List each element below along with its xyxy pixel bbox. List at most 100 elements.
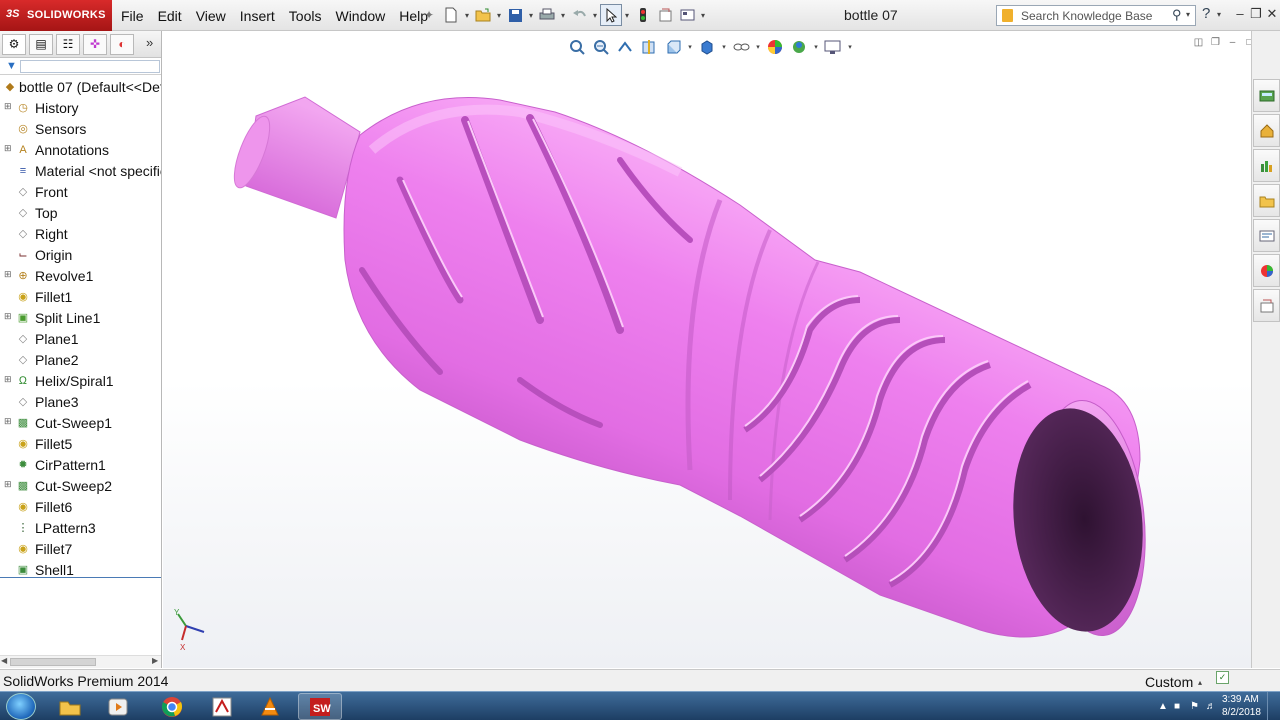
flag-icon[interactable]: ⚑	[1190, 701, 1199, 712]
dimxpert-manager-tab-icon[interactable]: ✜	[83, 34, 107, 55]
chrome-taskbar-icon[interactable]	[150, 693, 194, 720]
clock-date[interactable]: 8/2/2018	[1222, 707, 1261, 718]
options-dropdown-icon[interactable]: ▾	[698, 11, 708, 20]
scroll-left-icon[interactable]: ◀	[1, 656, 7, 665]
tree-item-cut-sweep2[interactable]: ⊞ ▩ Cut-Sweep2	[0, 476, 161, 497]
display-style-icon[interactable]	[695, 37, 719, 57]
undo-dropdown-icon[interactable]: ▾	[590, 11, 600, 20]
custom-properties-icon[interactable]	[1253, 289, 1280, 322]
open-dropdown-icon[interactable]: ▾	[494, 11, 504, 20]
panel-horizontal-scrollbar[interactable]: ◀ ▶	[0, 655, 161, 668]
expand-icon[interactable]: ⊞	[4, 269, 12, 280]
bottle-model[interactable]	[163, 31, 1251, 668]
zoom-to-area-icon[interactable]	[589, 37, 613, 57]
network-icon[interactable]: ■	[1174, 701, 1180, 712]
help-icon[interactable]: ?	[1202, 5, 1210, 22]
zoom-to-fit-icon[interactable]	[565, 37, 589, 57]
viewport-tile-icon[interactable]: ◫	[1190, 37, 1207, 50]
vlc-player-taskbar-icon[interactable]	[248, 693, 292, 720]
select-dropdown-icon[interactable]: ▾	[622, 11, 632, 20]
display-manager-tab-icon[interactable]: ◐	[110, 34, 134, 55]
apply-scene-icon[interactable]	[787, 37, 811, 57]
edit-appearance-icon[interactable]	[763, 37, 787, 57]
expand-icon[interactable]: ⊞	[4, 311, 12, 322]
solidworks-resources-icon[interactable]	[1253, 79, 1280, 112]
unit-dropdown-icon[interactable]: ▴	[1198, 678, 1202, 687]
search-input[interactable]	[1021, 7, 1166, 24]
rebuild-icon[interactable]	[632, 4, 654, 26]
menu-insert[interactable]: Insert	[233, 8, 282, 24]
search-icon[interactable]: ⚲	[1172, 7, 1182, 23]
tree-item-helix-spiral1[interactable]: ⊞ Ω Helix/Spiral1	[0, 371, 161, 392]
tree-item-plane3[interactable]: ◇ Plane3	[0, 392, 161, 413]
menu-edit[interactable]: Edit	[151, 8, 189, 24]
viewport-minimize-icon[interactable]: –	[1224, 37, 1241, 50]
volume-icon[interactable]: ♬	[1206, 701, 1216, 712]
feature-manager-tab-icon[interactable]: ⚙	[2, 34, 26, 55]
hide-show-items-icon[interactable]	[729, 37, 753, 57]
menu-file[interactable]: File	[114, 8, 151, 24]
print-icon[interactable]	[536, 4, 558, 26]
close-icon[interactable]: ✕	[1264, 0, 1280, 30]
design-library-icon[interactable]	[1253, 149, 1280, 182]
tree-item-plane1[interactable]: ◇ Plane1	[0, 329, 161, 350]
graphics-area[interactable]: Y X	[163, 31, 1251, 668]
tree-item-origin[interactable]: ⌙ Origin	[0, 245, 161, 266]
tree-item-sensors[interactable]: ◎ Sensors	[0, 119, 161, 140]
show-desktop-button[interactable]	[1267, 692, 1280, 720]
tree-item-plane2[interactable]: ◇ Plane2	[0, 350, 161, 371]
menu-view[interactable]: View	[189, 8, 233, 24]
tree-item-fillet7[interactable]: ◉ Fillet7	[0, 539, 161, 560]
tree-item-fillet6[interactable]: ◉ Fillet6	[0, 497, 161, 518]
pin-menu-icon[interactable]: ✦	[424, 8, 434, 22]
view-settings-icon[interactable]	[821, 37, 845, 57]
previous-view-icon[interactable]	[613, 37, 637, 57]
view-orientation-icon[interactable]	[661, 37, 685, 57]
home-icon[interactable]	[1253, 114, 1280, 147]
view-orientation-dropdown-icon[interactable]: ▾	[685, 43, 695, 51]
view-settings-dropdown-icon[interactable]: ▾	[845, 43, 855, 51]
property-manager-tab-icon[interactable]: ▤	[29, 34, 53, 55]
save-dropdown-icon[interactable]: ▾	[526, 11, 536, 20]
media-player-taskbar-icon[interactable]	[96, 693, 140, 720]
start-button[interactable]	[6, 693, 36, 720]
undo-icon[interactable]	[568, 4, 590, 26]
file-properties-icon[interactable]	[654, 4, 676, 26]
tree-item-cut-sweep1[interactable]: ⊞ ▩ Cut-Sweep1	[0, 413, 161, 434]
tree-item-cirpattern1[interactable]: ✹ CirPattern1	[0, 455, 161, 476]
tree-item-front[interactable]: ◇ Front	[0, 182, 161, 203]
expand-icon[interactable]: ⊞	[4, 416, 12, 427]
more-tabs-icon[interactable]: »	[146, 35, 153, 50]
apply-scene-dropdown-icon[interactable]: ▾	[811, 43, 821, 51]
new-dropdown-icon[interactable]: ▾	[462, 11, 472, 20]
tree-item-top[interactable]: ◇ Top	[0, 203, 161, 224]
file-explorer-taskbar-icon[interactable]	[48, 693, 92, 720]
tree-item-fillet5[interactable]: ◉ Fillet5	[0, 434, 161, 455]
hide-show-dropdown-icon[interactable]: ▾	[753, 43, 763, 51]
unit-system-selector[interactable]: Custom	[1145, 674, 1193, 690]
restore-icon[interactable]: ❐	[1248, 0, 1264, 30]
tree-item-right[interactable]: ◇ Right	[0, 224, 161, 245]
print-dropdown-icon[interactable]: ▾	[558, 11, 568, 20]
expand-icon[interactable]: ⊞	[4, 101, 12, 112]
tree-item-material-not-specified[interactable]: ≡ Material <not specified>	[0, 161, 161, 182]
rebuild-status-icon[interactable]: ✓	[1216, 671, 1229, 684]
solidworks-taskbar-icon[interactable]: SW	[298, 693, 342, 720]
display-style-dropdown-icon[interactable]: ▾	[719, 43, 729, 51]
menu-tools[interactable]: Tools	[282, 8, 329, 24]
scroll-right-icon[interactable]: ▶	[152, 656, 158, 665]
save-icon[interactable]	[504, 4, 526, 26]
tree-item-annotations[interactable]: ⊞ A Annotations	[0, 140, 161, 161]
tray-expand-icon[interactable]: ▲	[1158, 701, 1168, 712]
new-document-icon[interactable]	[440, 4, 462, 26]
configuration-manager-tab-icon[interactable]: ☷	[56, 34, 80, 55]
solidworks-logo[interactable]: 3S SOLIDWORKS	[0, 0, 112, 31]
tree-item-split-line1[interactable]: ⊞ ▣ Split Line1	[0, 308, 161, 329]
tree-root-part[interactable]: ◆ bottle 07 (Default<<Default>_Display S…	[0, 77, 161, 98]
expand-icon[interactable]: ⊞	[4, 143, 12, 154]
options-icon[interactable]	[676, 4, 698, 26]
menu-window[interactable]: Window	[328, 8, 392, 24]
tree-item-revolve1[interactable]: ⊞ ⊕ Revolve1	[0, 266, 161, 287]
tree-item-history[interactable]: ⊞ ◷ History	[0, 98, 161, 119]
help-dropdown-icon[interactable]: ▾	[1217, 10, 1221, 19]
